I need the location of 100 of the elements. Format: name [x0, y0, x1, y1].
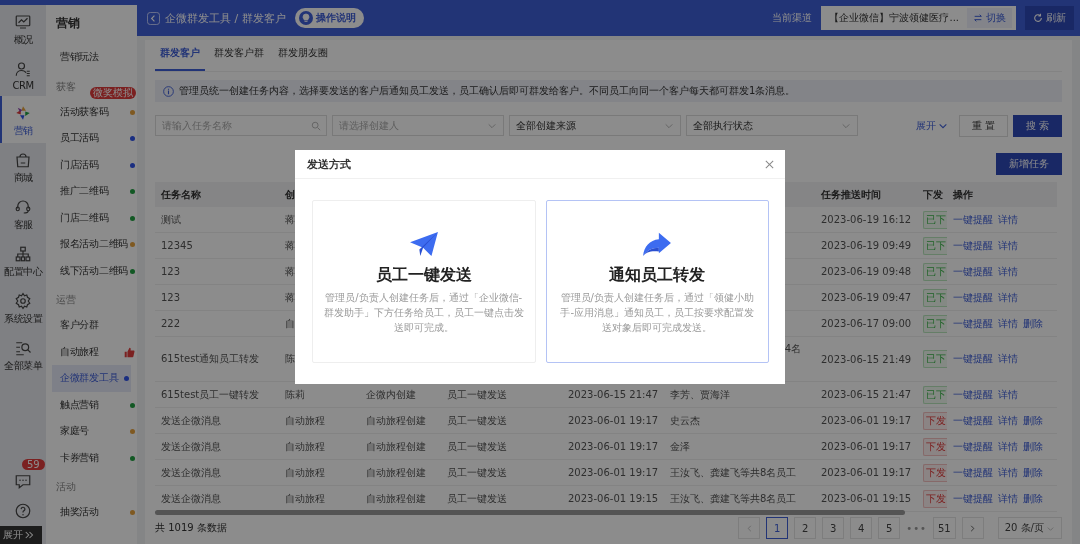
table-cell: 2023-06-01 19:17 — [568, 415, 659, 426]
action-link[interactable]: 详情 — [998, 414, 1018, 426]
table-cell: 蒋 — [285, 265, 295, 277]
menu-item[interactable]: 报名活动二维码 — [52, 231, 137, 258]
action-link[interactable]: 一键提醒 — [953, 213, 993, 225]
rail-item[interactable]: 客服 — [0, 190, 46, 237]
option-description: 管理员/负责人创建任务后，通过「领健小助手-应用消息」通知员工，员工按要求配置发送对象后即可完成发送。 — [559, 291, 756, 335]
rail-item[interactable]: 营销 — [0, 96, 46, 143]
action-link[interactable]: 删除 — [1023, 440, 1043, 452]
menu-item[interactable]: 线下活动二维码 — [52, 257, 137, 284]
action-link[interactable]: 删除 — [1023, 492, 1043, 504]
menu-item[interactable]: 家庭号 — [52, 418, 137, 445]
action-link[interactable]: 一键提醒 — [953, 291, 993, 303]
new-task-button[interactable]: 新增任务 — [996, 153, 1062, 175]
status-select[interactable]: 全部执行状态 — [686, 115, 858, 136]
menu-item[interactable]: 门店二维码 — [52, 204, 137, 231]
action-link[interactable]: 一键提醒 — [953, 492, 993, 504]
action-link[interactable]: 详情 — [998, 466, 1018, 478]
action-link[interactable]: 详情 — [998, 440, 1018, 452]
page-button[interactable]: 3 — [822, 517, 845, 539]
page-button[interactable]: 2 — [794, 517, 817, 539]
page-button[interactable]: 1 — [766, 517, 789, 539]
menu-item[interactable]: 卡券营销 — [52, 444, 137, 471]
action-link[interactable]: 一键提醒 — [953, 353, 993, 364]
info-icon — [163, 85, 174, 97]
action-link[interactable]: 一键提醒 — [953, 265, 993, 277]
menu-item[interactable]: 门店活码 — [52, 151, 137, 178]
expand-button[interactable]: 展开 — [0, 526, 42, 544]
menu-item[interactable]: 自动旅程 — [52, 338, 137, 365]
menu-item[interactable]: 触点营销 — [52, 391, 137, 418]
channel-selector[interactable]: 【企业微信】宁波领健医疗... 切换 — [821, 6, 1016, 30]
tab[interactable]: 群发朋友圈 — [273, 46, 333, 71]
page-size-select[interactable]: 20 条/页 — [997, 517, 1062, 539]
rail-item[interactable]: 商城 — [0, 143, 46, 190]
action-link[interactable]: 一键提醒 — [953, 239, 993, 251]
help-icon[interactable] — [14, 502, 32, 520]
action-link[interactable]: 删除 — [1023, 466, 1043, 478]
table-cell: 金泽 — [670, 440, 690, 452]
menu-item[interactable]: 员工活码 — [52, 125, 137, 152]
status-tag: 已下 — [923, 350, 947, 368]
table-cell: 2023-06-19 09:49 — [821, 240, 912, 251]
option-card[interactable]: 通知员工转发 管理员/负责人创建任务后，通过「领健小助手-应用消息」通知员工，员工按要求配置发送对象后即可完成发送。 — [545, 200, 769, 363]
action-link[interactable]: 一键提醒 — [953, 466, 993, 478]
rail-item[interactable]: 配置中心 — [0, 237, 46, 284]
action-link[interactable]: 详情 — [998, 265, 1018, 277]
table-cell: 2023-06-15 21:49 — [821, 353, 912, 365]
chat-icon[interactable] — [14, 472, 32, 490]
menu-item[interactable]: 企微群发工具 — [52, 365, 131, 392]
reset-button[interactable]: 重 置 — [958, 114, 1008, 137]
table-cell: 发送企微消息 — [161, 492, 221, 504]
action-link[interactable]: 一键提醒 — [953, 440, 993, 452]
source-select[interactable]: 全部创建来源 — [509, 115, 681, 136]
column-header: 任务名称 — [161, 188, 201, 200]
action-link[interactable]: 详情 — [998, 291, 1018, 303]
switch-button[interactable]: 切换 — [967, 8, 1012, 28]
action-link[interactable]: 一键提醒 — [953, 317, 993, 329]
guide-button[interactable]: 操作说明 — [294, 8, 364, 28]
chart-icon — [14, 13, 32, 31]
action-link[interactable]: 删除 — [1023, 414, 1043, 426]
rail-item[interactable]: CRM — [0, 52, 46, 96]
refresh-button[interactable]: 刷新 — [1025, 6, 1074, 30]
menu-item[interactable]: 客户分群 — [52, 312, 137, 339]
table-cell: 2023-06-19 16:12 — [821, 214, 912, 225]
action-link[interactable]: 详情 — [998, 388, 1018, 400]
action-link[interactable]: 详情 — [998, 353, 1018, 364]
rail-item[interactable]: 系统设置 — [0, 284, 46, 331]
menu-group-heading: 获客 — [56, 80, 76, 92]
page-button[interactable]: 5 — [878, 517, 901, 539]
action-link[interactable]: 一键提醒 — [953, 388, 993, 400]
table-cell: 自动旅程 — [285, 414, 325, 426]
table-cell: 222 — [161, 318, 181, 329]
action-link[interactable]: 详情 — [998, 213, 1018, 225]
menu-item[interactable]: 推广二维码 — [52, 178, 137, 205]
tab[interactable]: 群发客户 — [155, 46, 205, 71]
column-header: 创 — [285, 188, 295, 200]
search-button[interactable]: 搜 索 — [1012, 114, 1062, 137]
table-cell: 陈 — [285, 353, 295, 364]
option-title: 员工一键发送 — [375, 265, 472, 286]
tab[interactable]: 群发客户群 — [209, 46, 269, 71]
option-card[interactable]: 员工一键发送 管理员/负责人创建任务后，通过「企业微信-群发助手」下方任务给员工，员工一键点击发送即可完成。 — [312, 200, 536, 363]
action-link[interactable]: 详情 — [998, 492, 1018, 504]
menu-item[interactable]: 活动获客码 — [52, 98, 137, 125]
table-cell: 2023-06-01 19:17 — [821, 441, 912, 452]
table-cell: 李芳、贾海洋 — [670, 388, 730, 400]
table-cell: 自动旅程 — [285, 440, 325, 452]
menu-item[interactable]: 抽奖活动 — [52, 499, 137, 526]
close-icon[interactable] — [764, 158, 775, 170]
action-link[interactable]: 详情 — [998, 317, 1018, 329]
action-link[interactable]: 详情 — [998, 239, 1018, 251]
action-link[interactable]: 删除 — [1023, 317, 1043, 329]
back-icon[interactable] — [147, 11, 160, 25]
channel-label: 当前渠道 — [772, 11, 813, 25]
page-button[interactable]: 51 — [933, 517, 956, 539]
page-button[interactable]: 4 — [850, 517, 873, 539]
menu-item[interactable]: 营销玩法 — [52, 44, 137, 71]
action-link[interactable]: 一键提醒 — [953, 414, 993, 426]
bag-icon — [14, 151, 32, 169]
expand-link[interactable]: 展开 — [915, 118, 948, 133]
rail-item[interactable]: 全部菜单 — [0, 331, 46, 378]
rail-item[interactable]: 概况 — [0, 5, 46, 52]
